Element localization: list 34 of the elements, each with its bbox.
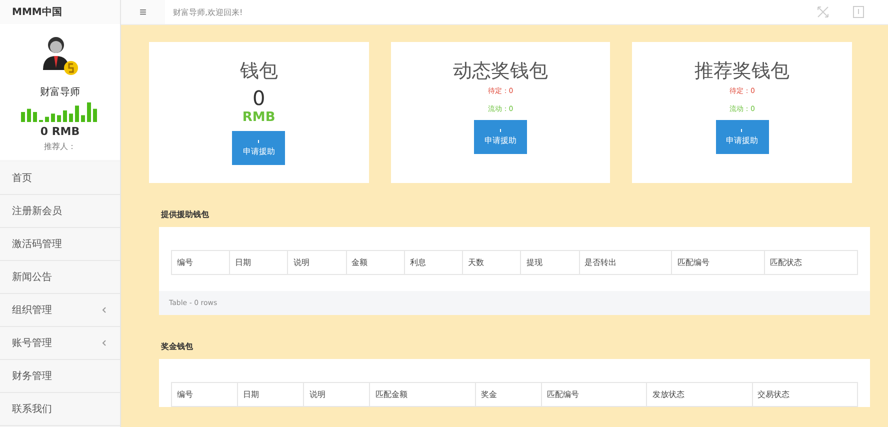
column-header: 发放状态 bbox=[646, 382, 752, 406]
column-header: 匹配编号 bbox=[541, 382, 647, 406]
column-header: 提现 bbox=[520, 250, 580, 274]
balance-text: 0 RMB bbox=[40, 125, 80, 138]
column-header: 天数 bbox=[462, 250, 521, 274]
column-header: 交易状态 bbox=[752, 382, 858, 406]
card-title: 推荐奖钱包 bbox=[694, 60, 790, 82]
column-header: 匹配金额 bbox=[370, 382, 476, 406]
avatar-icon bbox=[41, 34, 79, 78]
wallet-amount: 0 bbox=[252, 86, 266, 110]
column-header: 利息 bbox=[404, 250, 463, 274]
column-header: 匹配编号 bbox=[672, 250, 765, 274]
column-header: 编号 bbox=[172, 382, 238, 406]
column-header: 说明 bbox=[304, 382, 370, 406]
column-header: 日期 bbox=[230, 250, 288, 274]
card-title: 钱包 bbox=[240, 60, 278, 82]
column-header: 奖金 bbox=[475, 382, 542, 406]
column-header: 是否转出 bbox=[579, 250, 672, 274]
welcome-text: 财富导师,欢迎回来! bbox=[173, 6, 244, 18]
logout-icon[interactable] bbox=[853, 6, 864, 18]
section-title: 提供援助钱包 bbox=[161, 209, 210, 220]
referrer-label: 推荐人： bbox=[44, 141, 76, 152]
column-header: 匹配状态 bbox=[764, 250, 858, 274]
column-header: 日期 bbox=[238, 382, 304, 406]
currency-label: RMB bbox=[242, 110, 276, 125]
column-header: 金额 bbox=[346, 250, 404, 274]
column-header: 说明 bbox=[288, 250, 346, 274]
expand-icon[interactable] bbox=[817, 6, 829, 18]
menu-button[interactable]: ≡ bbox=[121, 0, 165, 24]
section-title: 奖金钱包 bbox=[161, 341, 194, 352]
column-header: 编号 bbox=[172, 250, 230, 274]
profile-name: 财富导师 bbox=[40, 86, 80, 99]
brand-logo[interactable]: MMM中国 bbox=[0, 0, 120, 24]
card-title: 动态奖钱包 bbox=[453, 60, 548, 82]
